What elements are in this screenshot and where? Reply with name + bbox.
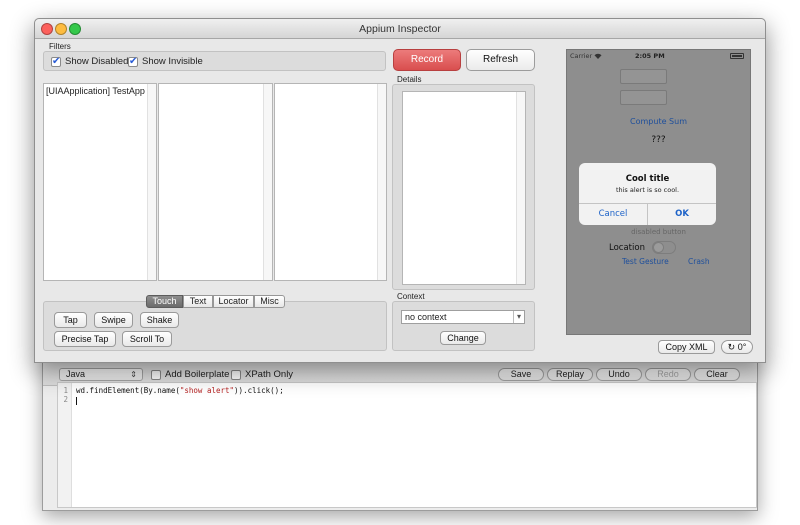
- show-invisible-label: Show Invisible: [142, 56, 203, 67]
- add-boilerplate-box[interactable]: [151, 370, 161, 380]
- code-editor[interactable]: 1 2 wd.findElement(By.name("show alert")…: [57, 382, 757, 508]
- filters-label: Filters: [49, 42, 71, 51]
- rotation-control[interactable]: ↻ 0°: [721, 340, 753, 354]
- show-invisible-box[interactable]: [128, 56, 138, 68]
- code-string: "show alert": [179, 386, 235, 395]
- line-number-gutter: 1 2: [58, 383, 72, 507]
- alert-ok-button[interactable]: OK: [648, 209, 716, 219]
- context-label: Context: [397, 292, 425, 301]
- xpath-only-box[interactable]: [231, 370, 241, 380]
- tree-item-label: [UIAApplication] TestApp: [46, 86, 145, 96]
- details-group: [392, 84, 535, 290]
- tab-touch[interactable]: Touch: [146, 295, 183, 308]
- show-disabled-checkbox[interactable]: Show Disabled: [51, 56, 128, 68]
- alert-title: Cool title: [625, 174, 670, 184]
- code-line: wd.findElement(By.name("show alert")).cl…: [76, 386, 284, 395]
- alert-cancel-button[interactable]: Cancel: [579, 209, 647, 219]
- minimize-window-button[interactable]: [55, 23, 67, 35]
- refresh-button[interactable]: Refresh: [466, 49, 535, 71]
- swipe-button[interactable]: Swipe: [94, 312, 133, 328]
- disabled-button: disabled button: [631, 228, 686, 236]
- clear-button[interactable]: Clear: [694, 368, 740, 381]
- text-field-b[interactable]: [620, 90, 667, 105]
- status-time: 2:05 PM: [635, 52, 665, 60]
- dropdown-arrow-icon: ▾: [513, 311, 524, 323]
- add-boilerplate-label: Add Boilerplate: [165, 369, 230, 380]
- tab-misc[interactable]: Misc: [254, 295, 285, 308]
- close-window-button[interactable]: [41, 23, 53, 35]
- rotate-icon: ↻: [727, 342, 736, 352]
- context-select[interactable]: no context ▾: [401, 310, 525, 324]
- redo-button: Redo: [645, 368, 691, 381]
- show-disabled-label: Show Disabled: [65, 56, 129, 67]
- scroll-to-button[interactable]: Scroll To: [122, 331, 172, 347]
- line-number: 1: [63, 386, 68, 395]
- location-switch[interactable]: [652, 241, 676, 254]
- device-screenshot[interactable]: Carrier 2:05 PM Compute Sum ??? Cool tit…: [566, 49, 751, 335]
- line-number: 2: [63, 395, 68, 404]
- carrier-text: Carrier: [570, 52, 593, 60]
- wifi-icon: [594, 53, 602, 59]
- tab-text[interactable]: Text: [183, 295, 213, 308]
- answer-label: ???: [651, 135, 666, 145]
- tree-column-3[interactable]: [274, 83, 387, 281]
- add-boilerplate-checkbox[interactable]: Add Boilerplate: [151, 369, 229, 381]
- show-disabled-box[interactable]: [51, 56, 61, 68]
- xpath-only-checkbox[interactable]: XPath Only: [231, 369, 293, 381]
- xpath-only-label: XPath Only: [245, 369, 294, 380]
- context-value: no context: [405, 312, 447, 322]
- text-cursor: [76, 397, 77, 405]
- location-label: Location: [609, 243, 645, 253]
- code-suffix: )).click();: [234, 386, 284, 395]
- scrollbar[interactable]: [147, 84, 156, 280]
- test-gesture-button[interactable]: Test Gesture: [622, 257, 669, 266]
- filters-group: Show Disabled Show Invisible: [43, 51, 386, 71]
- undo-button[interactable]: Undo: [596, 368, 642, 381]
- compute-sum-button[interactable]: Compute Sum: [567, 117, 750, 126]
- copy-xml-button[interactable]: Copy XML: [658, 340, 715, 354]
- alert-dialog: Cool title this alert is so cool. Cancel…: [579, 163, 716, 225]
- details-label: Details: [397, 75, 422, 84]
- tree-item-application[interactable]: [UIAApplication] TestApp ▸: [46, 86, 154, 96]
- inspector-window: Appium Inspector Filters Show Disabled S…: [34, 18, 766, 363]
- zoom-window-button[interactable]: [69, 23, 81, 35]
- scrollbar[interactable]: [516, 92, 525, 284]
- text-field-a[interactable]: [620, 69, 667, 84]
- shake-button[interactable]: Shake: [140, 312, 179, 328]
- replay-button[interactable]: Replay: [547, 368, 593, 381]
- recorder-window: Java ⇕ Add Boilerplate XPath Only Save R…: [42, 355, 758, 511]
- code-prefix: wd.findElement(By.name(: [76, 386, 180, 395]
- change-button[interactable]: Change: [440, 331, 486, 345]
- battery-icon: [730, 53, 744, 59]
- precise-tap-button[interactable]: Precise Tap: [54, 331, 116, 347]
- carrier-label: Carrier: [570, 52, 602, 60]
- tab-locator[interactable]: Locator: [213, 295, 254, 308]
- alert-message: this alert is so cool.: [615, 186, 680, 194]
- context-group: no context ▾ Change: [392, 301, 535, 351]
- rotation-value: 0°: [737, 342, 747, 352]
- language-select[interactable]: Java ⇕: [59, 368, 143, 381]
- save-button[interactable]: Save: [498, 368, 544, 381]
- language-value: Java: [66, 369, 86, 379]
- tree-column-1[interactable]: [UIAApplication] TestApp ▸: [43, 83, 157, 281]
- title-bar: Appium Inspector: [35, 19, 765, 39]
- details-pane[interactable]: [402, 91, 526, 285]
- window-title: Appium Inspector: [359, 23, 441, 35]
- select-arrow-icon: ⇕: [130, 370, 137, 379]
- show-invisible-checkbox[interactable]: Show Invisible: [128, 56, 203, 68]
- scrollbar[interactable]: [377, 84, 386, 280]
- tap-button[interactable]: Tap: [54, 312, 87, 328]
- record-button[interactable]: Record: [393, 49, 461, 71]
- tree-column-2[interactable]: [158, 83, 273, 281]
- scrollbar[interactable]: [263, 84, 272, 280]
- crash-button[interactable]: Crash: [688, 257, 710, 266]
